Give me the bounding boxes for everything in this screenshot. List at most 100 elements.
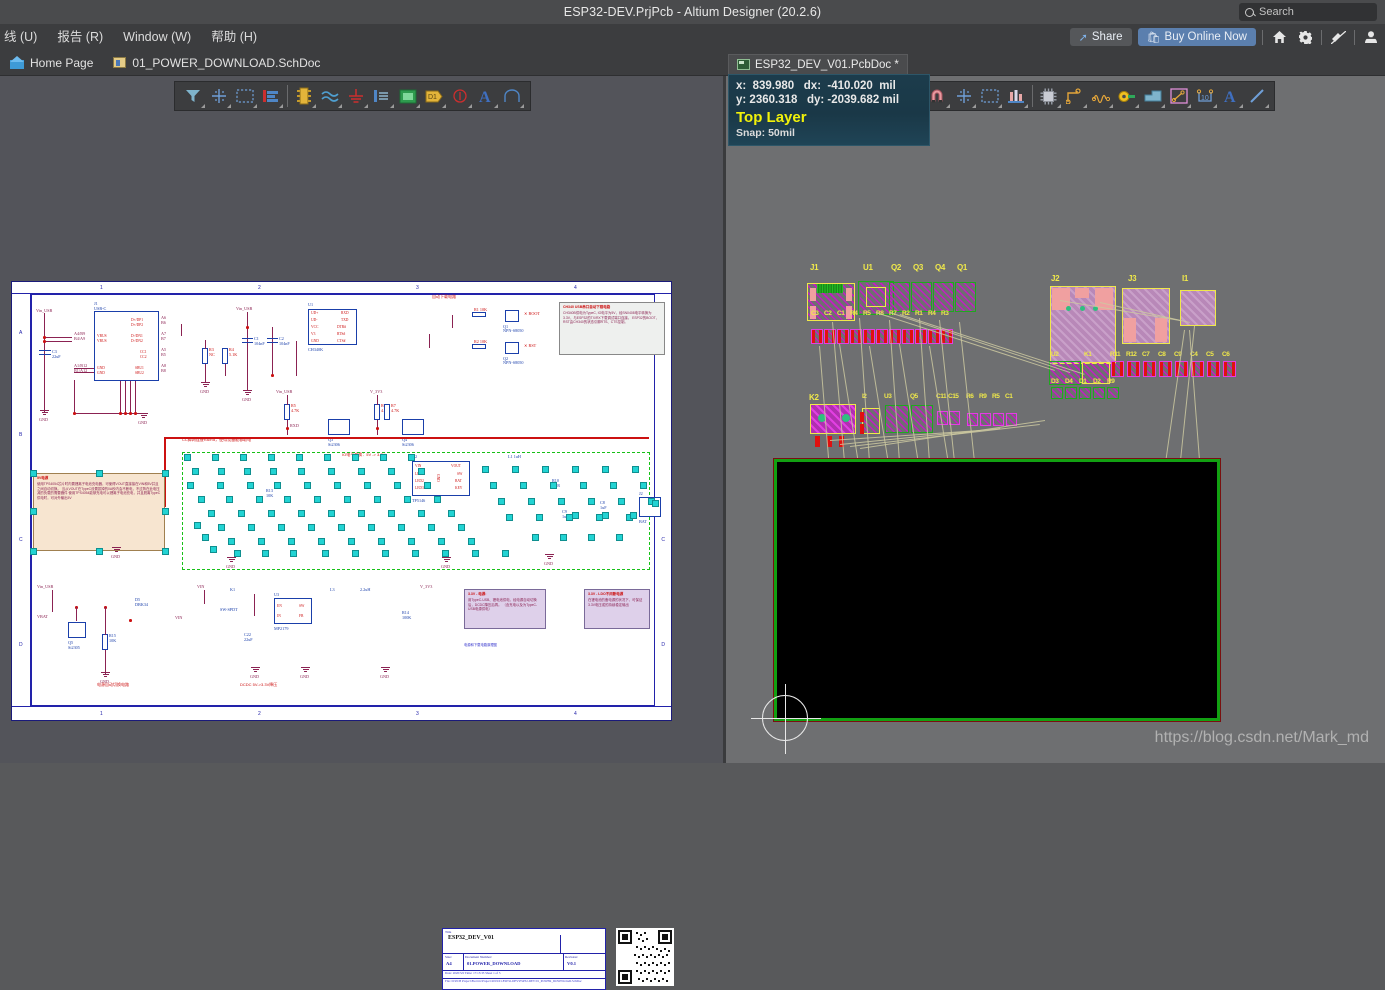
selection-handle[interactable] (244, 468, 251, 475)
pcb-component[interactable] (1080, 306, 1085, 311)
selection-handle[interactable] (438, 538, 445, 545)
pcb-component[interactable] (815, 436, 820, 447)
pcb-component[interactable] (1079, 387, 1091, 399)
selection-handle[interactable] (498, 498, 505, 505)
selection-handle[interactable] (404, 496, 411, 503)
text-string-icon[interactable]: A (473, 83, 499, 109)
pcb-component[interactable] (825, 330, 828, 343)
selection-handle[interactable] (217, 482, 224, 489)
pcb-component[interactable] (1051, 387, 1063, 399)
note-dcdc-33v[interactable]: 3.3V - 电源: 用TypeC-USB、锂电池供电，经电源自动切换后，DCD… (464, 589, 546, 629)
selection-handle[interactable] (550, 482, 557, 489)
selection-handle[interactable] (364, 482, 371, 489)
selection-handle[interactable] (652, 500, 659, 507)
selection-handle[interactable] (258, 538, 265, 545)
selection-handle[interactable] (284, 496, 291, 503)
selection-handle[interactable] (458, 524, 465, 531)
selection-handle[interactable] (318, 538, 325, 545)
tab-esp32-dev-pcbdoc[interactable]: ESP32_DEV_V01.PcbDoc * (728, 54, 908, 74)
selection-handle[interactable] (30, 548, 37, 555)
selection-handle[interactable] (162, 470, 169, 477)
selection-handle[interactable] (30, 508, 37, 515)
selection-handle[interactable] (468, 538, 475, 545)
selection-handle[interactable] (368, 524, 375, 531)
selection-handle[interactable] (398, 524, 405, 531)
selection-handle[interactable] (542, 466, 549, 473)
selection-handle[interactable] (202, 534, 209, 541)
selection-handle[interactable] (572, 466, 579, 473)
selection-handle[interactable] (408, 454, 415, 461)
pcb-component[interactable] (897, 330, 900, 343)
selection-handle[interactable] (630, 512, 637, 519)
place-line-icon[interactable] (1166, 83, 1192, 109)
tab-01-power-download[interactable]: 01_POWER_DOWNLOAD.SchDoc (103, 50, 330, 76)
component-q5[interactable] (68, 622, 86, 638)
pcb-component[interactable] (955, 282, 976, 312)
selection-handle[interactable] (382, 550, 389, 557)
account-icon[interactable] (1361, 27, 1381, 47)
selection-handle[interactable] (348, 538, 355, 545)
note-5v-power[interactable]: 5V电源 使用TPS4054芯片时内置锂离子电池充电器，可使得VOUT直接接在V… (33, 473, 165, 551)
crosshair-icon[interactable] (951, 83, 977, 109)
extensions-icon[interactable] (1328, 27, 1348, 47)
pcb-component[interactable] (812, 330, 815, 343)
selection-handle[interactable] (502, 550, 509, 557)
pcb-component[interactable] (1144, 362, 1147, 376)
pcb-component[interactable] (1155, 318, 1167, 342)
selection-handle[interactable] (380, 454, 387, 461)
selection-handle[interactable] (226, 496, 233, 503)
pcb-component[interactable] (1208, 362, 1211, 376)
selection-handle[interactable] (298, 510, 305, 517)
sheet-symbol-icon[interactable] (395, 83, 421, 109)
component-c3[interactable] (39, 350, 51, 360)
selection-handle[interactable] (520, 482, 527, 489)
search-input[interactable]: Search (1239, 3, 1377, 21)
tab-home-page[interactable]: Home Page (0, 50, 103, 76)
pcb-component[interactable] (842, 414, 850, 422)
selection-handle[interactable] (588, 534, 595, 541)
selection-handle[interactable] (418, 468, 425, 475)
selection-handle[interactable] (96, 470, 103, 477)
pcb-component[interactable] (910, 330, 913, 343)
pcb-component[interactable] (1216, 362, 1219, 376)
selection-handle[interactable] (296, 454, 303, 461)
menu-item-reports[interactable]: 报告 (R) (47, 24, 113, 50)
selection-handle[interactable] (274, 482, 281, 489)
selection-handle[interactable] (334, 482, 341, 489)
pcb-component[interactable] (889, 282, 910, 312)
selection-handle[interactable] (616, 534, 623, 541)
bus-icon[interactable] (317, 83, 343, 109)
selection-handle[interactable] (358, 468, 365, 475)
selection-handle[interactable] (618, 498, 625, 505)
pcb-component[interactable] (993, 413, 1004, 426)
pcb-component[interactable] (819, 330, 822, 343)
pcb-component[interactable] (810, 288, 816, 301)
selection-handle[interactable] (338, 524, 345, 531)
selection-handle[interactable] (490, 482, 497, 489)
selection-handle[interactable] (358, 510, 365, 517)
pcb-component[interactable] (933, 282, 954, 312)
selection-handle[interactable] (290, 550, 297, 557)
selection-handle[interactable] (270, 468, 277, 475)
selection-handle[interactable] (558, 498, 565, 505)
pcb-component[interactable] (1075, 288, 1089, 298)
pcb-component[interactable] (916, 330, 919, 343)
pcb-component[interactable] (1065, 387, 1077, 399)
note-ldo-33v[interactable]: 3.3V - LDO不间断电源 在锂电池的备电源的状况下，可保证3.3V电压或的… (584, 589, 650, 629)
component-c1[interactable] (242, 338, 253, 347)
selection-handle[interactable] (256, 496, 263, 503)
selection-handle[interactable] (602, 466, 609, 473)
pcb-component[interactable] (929, 330, 932, 343)
layer-stack-icon[interactable] (1003, 83, 1029, 109)
selection-handle[interactable] (278, 524, 285, 531)
pcb-component[interactable] (1200, 362, 1203, 376)
selection-handle[interactable] (394, 482, 401, 489)
selection-handle[interactable] (610, 482, 617, 489)
selection-handle[interactable] (344, 496, 351, 503)
selection-handle[interactable] (580, 482, 587, 489)
pcb-component[interactable] (846, 288, 852, 301)
selection-handle[interactable] (288, 538, 295, 545)
title-block[interactable]: Title ESP32_DEV_V01 Size: A4 Document Nu… (442, 928, 606, 990)
selection-handle[interactable] (162, 548, 169, 555)
selection-handle[interactable] (560, 534, 567, 541)
